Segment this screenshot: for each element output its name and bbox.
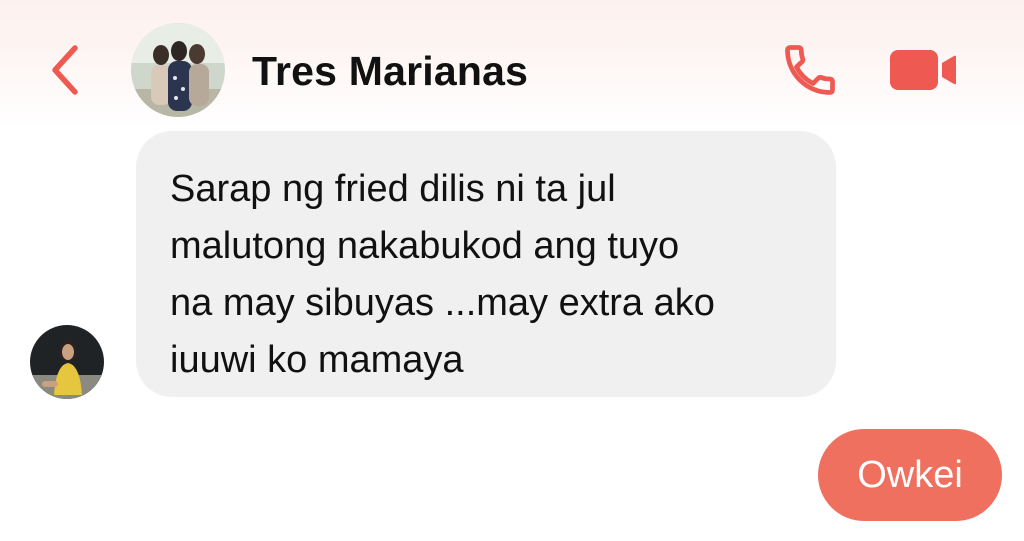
message-line: na may sibuyas ...may extra ako <box>170 282 715 324</box>
back-button[interactable] <box>40 40 90 100</box>
chevron-left-icon <box>52 45 78 95</box>
voice-call-button[interactable] <box>778 40 842 100</box>
outgoing-message-bubble[interactable]: Owkei <box>818 429 1002 521</box>
chat-header: Tres Marianas <box>0 0 1024 128</box>
group-avatar[interactable] <box>131 23 225 117</box>
incoming-message-bubble[interactable]: Sarap ng fried dilis ni ta jul malutong … <box>136 131 836 397</box>
outgoing-message-text: Owkei <box>857 454 963 496</box>
sender-avatar[interactable] <box>30 325 104 399</box>
message-line: malutong nakabukod ang tuyo <box>170 225 680 267</box>
video-call-button[interactable] <box>882 42 962 98</box>
phone-icon <box>785 45 835 95</box>
sender-photo <box>30 325 104 399</box>
message-line: iuuwi ko mamaya <box>170 339 464 381</box>
chat-title: Tres Marianas <box>252 48 529 94</box>
group-photo <box>131 23 225 117</box>
video-camera-icon <box>890 50 956 90</box>
message-line: Sarap ng fried dilis ni ta jul <box>170 168 616 210</box>
